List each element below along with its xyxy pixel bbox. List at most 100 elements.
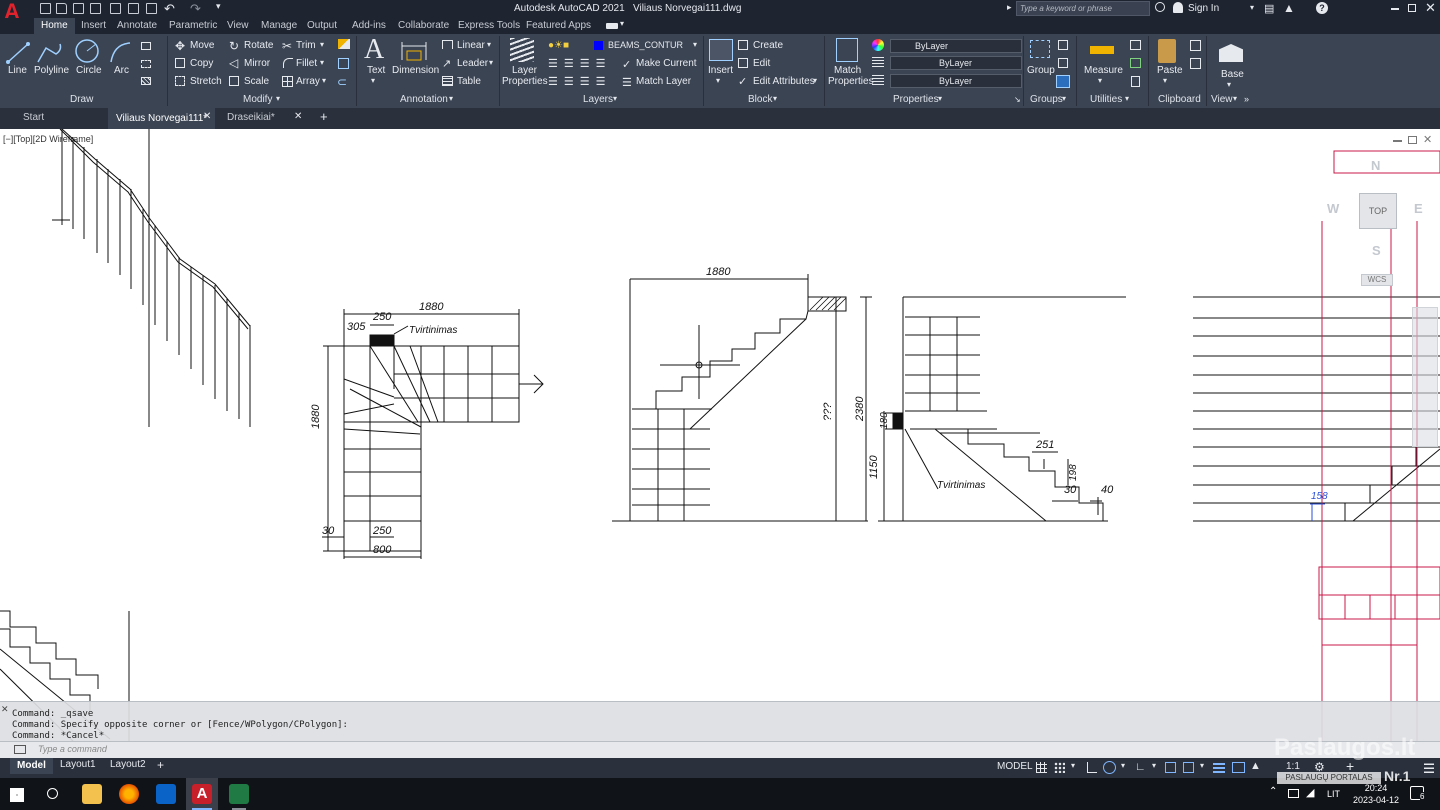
measure-dropdown-icon[interactable]: ▾ <box>1098 76 1102 85</box>
utilities-panel-label[interactable]: Utilities <box>1090 94 1122 105</box>
close-icon[interactable]: ✕ <box>1425 0 1436 16</box>
layout-tab-layout2[interactable]: Layout2 <box>110 759 146 770</box>
object-snap-icon[interactable] <box>1183 762 1194 773</box>
view-panel-dropdown-icon[interactable]: ▾ <box>1233 94 1237 103</box>
layout-tab-layout1[interactable]: Layout1 <box>60 759 96 770</box>
move-icon[interactable]: ✥ <box>175 39 185 53</box>
lineweight-dropdown[interactable]: ByLayer <box>890 74 1022 88</box>
clipboard-panel-label[interactable]: Clipboard <box>1158 94 1201 105</box>
stretch-button[interactable]: Stretch <box>190 76 222 87</box>
layout-tab-model[interactable]: Model <box>10 758 53 774</box>
viewcube-east[interactable]: E <box>1414 201 1423 216</box>
grid-icon[interactable] <box>1036 762 1047 773</box>
polyline-button[interactable]: Polyline <box>34 65 69 76</box>
ortho-icon[interactable] <box>1087 762 1097 773</box>
match-layer-button[interactable]: Match Layer <box>636 76 691 87</box>
table-button[interactable]: Table <box>457 76 481 87</box>
view-panel-label[interactable]: View <box>1211 94 1233 105</box>
fillet-button[interactable]: Fillet <box>296 58 317 69</box>
wcs-menu[interactable]: WCS <box>1361 274 1393 286</box>
arc-icon[interactable] <box>108 40 134 66</box>
group-tool-icon-1[interactable] <box>1058 40 1068 50</box>
minimize-icon[interactable] <box>1391 8 1399 10</box>
modify-panel-label[interactable]: Modify <box>243 94 272 105</box>
restore-icon[interactable] <box>1408 4 1416 12</box>
match-properties-label[interactable]: Match <box>834 65 861 76</box>
command-input[interactable]: Type a command <box>38 744 107 754</box>
properties-panel-label[interactable]: Properties <box>893 94 939 105</box>
layers-panel-dropdown-icon[interactable]: ▾ <box>613 94 617 103</box>
web-mobile-icon[interactable] <box>110 3 121 14</box>
customization-icon[interactable] <box>1424 762 1434 773</box>
edit-block-icon[interactable] <box>738 58 748 68</box>
line-icon[interactable] <box>6 40 30 66</box>
layer-properties-icon[interactable] <box>510 38 534 62</box>
table-icon[interactable] <box>442 76 453 86</box>
paste-dropdown-icon[interactable]: ▾ <box>1163 76 1167 85</box>
lineweight-icon[interactable] <box>872 75 884 85</box>
linear-icon[interactable] <box>442 40 453 49</box>
match-layer-icon[interactable]: ☰ <box>622 76 632 89</box>
trim-dropdown-icon[interactable]: ▾ <box>320 40 324 49</box>
leader-dropdown-icon[interactable]: ▾ <box>489 58 493 67</box>
layer-tools-row1-icons[interactable]: ☰☰☰☰ <box>548 57 611 70</box>
text-icon[interactable]: A <box>364 34 384 66</box>
ribbon-tab-annotate[interactable]: Annotate <box>117 20 157 31</box>
block-panel-dropdown-icon[interactable]: ▾ <box>773 94 777 103</box>
trim-button[interactable]: Trim <box>296 40 316 51</box>
viewcube-west[interactable]: W <box>1327 201 1339 216</box>
layer-properties-label[interactable]: Layer <box>512 65 537 76</box>
layer-state-icons[interactable]: ●☀■ <box>548 40 569 51</box>
mirror-icon[interactable]: ◁ <box>229 56 238 70</box>
arc-button[interactable]: Arc <box>114 65 129 76</box>
stretch-icon[interactable] <box>175 76 185 86</box>
rectangle-icon[interactable] <box>141 42 151 50</box>
ribbon-toggle-icon[interactable] <box>606 23 618 29</box>
erase-icon[interactable] <box>338 39 350 49</box>
group-tool-icon-2[interactable] <box>1058 58 1068 68</box>
user-icon[interactable] <box>1173 2 1183 13</box>
groups-panel-label[interactable]: Groups <box>1030 94 1063 105</box>
ribbon-tab-view[interactable]: View <box>227 20 249 31</box>
save-icon[interactable] <box>73 3 84 14</box>
taskbar-search-icon[interactable] <box>47 788 58 799</box>
annotation-panel-label[interactable]: Annotation <box>400 94 448 105</box>
layer-properties-label-2[interactable]: Properties <box>502 76 548 87</box>
insert-icon[interactable] <box>709 39 733 61</box>
paste-button[interactable]: Paste <box>1157 65 1183 76</box>
layer-dropdown[interactable]: BEAMS_CONTUR <box>604 39 700 53</box>
measure-icon[interactable] <box>1090 46 1114 54</box>
edit-attributes-icon[interactable]: ✓ <box>738 75 747 88</box>
autodesk-account-icon[interactable]: ▲ <box>1283 1 1295 15</box>
lineweight-toggle-icon[interactable] <box>1213 762 1225 773</box>
polar-dropdown-icon[interactable]: ▾ <box>1121 761 1125 770</box>
insert-dropdown-icon[interactable]: ▾ <box>716 76 720 85</box>
sign-in-link[interactable]: Sign In <box>1188 3 1219 14</box>
match-properties-icon[interactable] <box>836 38 858 62</box>
properties-panel-dropdown-icon[interactable]: ▾ <box>938 94 942 103</box>
file-explorer-icon[interactable] <box>82 784 102 804</box>
expand-arrow-icon[interactable]: ▸ <box>1007 2 1012 13</box>
base-view-icon[interactable] <box>1219 44 1243 62</box>
groups-panel-dropdown-icon[interactable]: ▾ <box>1062 94 1066 103</box>
sign-in-dropdown-icon[interactable]: ▾ <box>1250 3 1254 12</box>
copy-clip-icon[interactable] <box>1190 40 1201 51</box>
command-input-bar[interactable]: Type a command <box>0 741 1440 758</box>
leader-icon[interactable]: ↗ <box>442 57 451 70</box>
circle-icon[interactable] <box>74 38 100 64</box>
ribbon-tab-manage[interactable]: Manage <box>261 20 297 31</box>
draw-panel-label[interactable]: Draw <box>70 94 93 105</box>
polar-icon[interactable] <box>1103 761 1116 774</box>
close-tab-icon[interactable]: ✕ <box>203 111 211 122</box>
match-properties-label-2[interactable]: Properties <box>828 76 874 87</box>
search-icon[interactable] <box>1155 2 1165 12</box>
ribbon-tab-express-tools[interactable]: Express Tools <box>458 20 520 31</box>
ribbon-toggle-dropdown-icon[interactable]: ▾ <box>620 19 624 28</box>
command-prompt-icon[interactable] <box>14 745 26 754</box>
measure-button[interactable]: Measure <box>1084 65 1123 76</box>
ribbon-tab-featured-apps[interactable]: Featured Apps <box>526 20 591 31</box>
leader-button[interactable]: Leader <box>457 58 488 69</box>
ribbon-tab-add-ins[interactable]: Add-ins <box>352 20 386 31</box>
cart-icon[interactable]: ▤ <box>1264 2 1274 15</box>
annotation-visibility-icon[interactable] <box>1232 762 1245 773</box>
